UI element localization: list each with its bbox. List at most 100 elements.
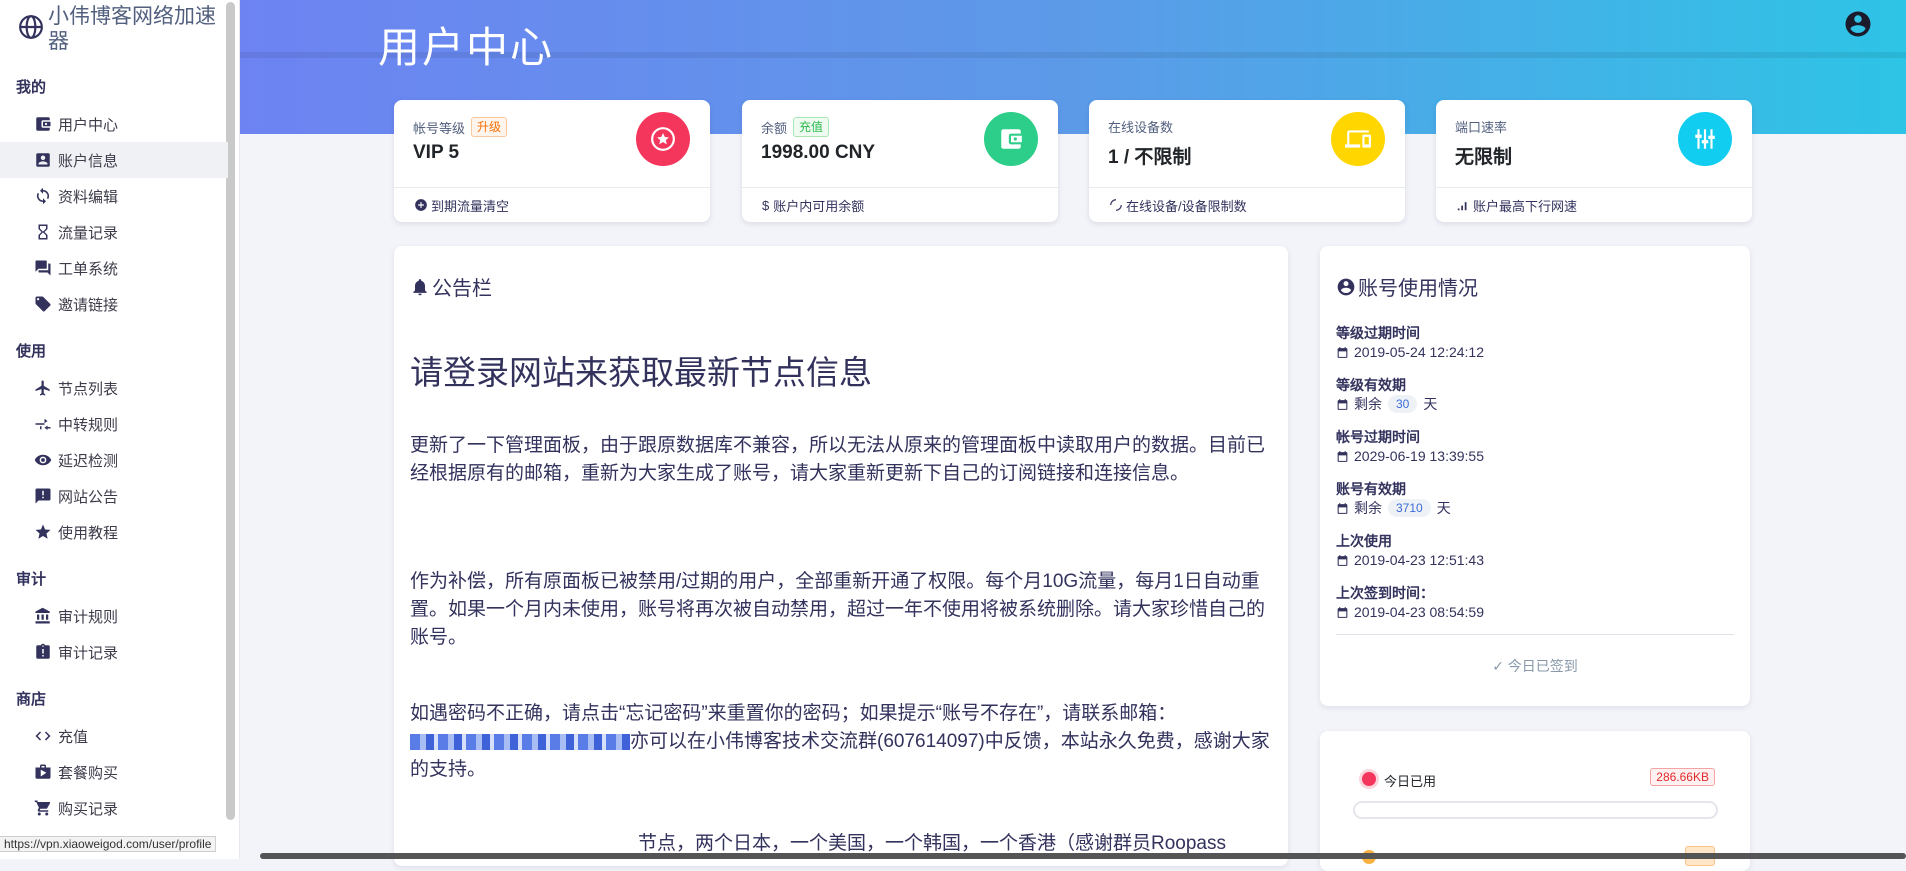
airplane-icon [35,380,50,396]
sidebar-item-label: 套餐购买 [58,764,119,782]
wallet-icon [36,117,51,131]
today-used-label: 今日已用 [1384,774,1437,789]
announcement-icon [35,488,51,504]
chat-icon [35,260,51,276]
sidebar-item-label: 审计记录 [58,644,119,662]
stat-label-wrap: 余额 充值 [761,117,830,137]
calendar-icon [1337,450,1348,462]
stat-label: 端口速率 [1455,120,1508,135]
sync-icon [36,187,50,205]
sidebar-group-shop: 商店 充值 套餐购买 购买记录 [0,682,228,826]
sidebar-item-announcements[interactable]: 网站公告 [0,478,228,514]
bell-icon [413,278,427,295]
usage-label: 等级有效期 [1336,377,1406,393]
brand[interactable]: 小伟博客网络加速器 [18,4,218,54]
stat-label-wrap: 帐号等级 升级 [413,117,508,137]
sidebar-item-invite[interactable]: 邀请链接 [0,286,228,322]
account-circle-icon[interactable] [1843,9,1873,39]
stat-icon-circle [1331,112,1385,166]
usage-label: 等级过期时间 [1336,325,1420,341]
calendar-icon [1337,398,1348,410]
usage-value-wrap: 2029-06-19 13:39:55 [1336,446,1484,466]
sidebar-item-label: 中转规则 [58,416,119,434]
wallet-icon [1001,129,1022,149]
stat-card-speed: 端口速率 无限制 账户最高下行网速 [1436,100,1752,222]
usage-row: 等级有效期 剩余 30 天 [1336,376,1437,414]
recharge-badge[interactable]: 充值 [793,117,830,137]
usage-label: 账号有效期 [1336,481,1406,497]
usage-value-wrap: 2019-05-24 12:24:12 [1336,342,1484,362]
sidebar-item-relay-rules[interactable]: 中转规则 [0,406,228,442]
upgrade-badge[interactable]: 升级 [471,117,508,137]
devices-icon [1345,130,1371,148]
sidebar-item-account-info[interactable]: 账户信息 [0,142,228,178]
sidebar-item-label: 邀请链接 [58,296,119,314]
usage-row: 帐号过期时间 2029-06-19 13:39:55 [1336,428,1484,466]
stat-label-wrap: 在线设备数 [1108,117,1173,136]
tag-icon [35,296,51,312]
sidebar-item-label: 工单系统 [58,260,119,278]
signal-bars-icon [1457,202,1467,211]
stat-footer: $ 账户内可用余额 [742,187,1058,222]
equalizer-icon [1695,129,1715,149]
stat-label-wrap: 端口速率 [1455,117,1507,136]
announcement-title-wrap: 公告栏 [410,272,492,301]
announcement-paragraph: 如遇密码不正确，请点击“忘记密码”来重置你的密码；如果提示“账号不存在”，请联系… [410,700,1272,784]
traffic-card: 今日已用 286.66KB [1320,731,1750,871]
divider [1336,634,1734,635]
horizontal-scrollbar[interactable] [260,853,1906,859]
usage-value-wrap: 2019-04-23 08:54:59 [1336,602,1484,622]
sidebar-item-purchase-history[interactable]: 购买记录 [0,790,228,826]
sidebar-item-traffic-log[interactable]: 流量记录 [0,214,228,250]
add-circle-icon [415,199,427,211]
announcement-text: 如遇密码不正确，请点击“忘记密码”来重置你的密码；如果提示“账号不存在”，请联系… [410,703,1177,724]
sidebar-item-label: 资料编辑 [58,188,119,206]
today-used-progress [1353,801,1718,819]
sidebar-item-tickets[interactable]: 工单系统 [0,250,228,286]
calendar-icon [1337,606,1348,618]
sidebar-item-label: 审计规则 [58,608,119,626]
stat-card-devices: 在线设备数 1 / 不限制 在线设备/设备限制数 [1089,100,1405,222]
eye-icon [34,454,52,466]
sidebar-item-label: 使用教程 [58,524,119,542]
status-bar-url: https://vpn.xiaoweigod.com/user/profile [0,836,217,852]
stat-footer: 在线设备/设备限制数 [1089,187,1405,222]
sidebar-item-label: 用户中心 [58,116,119,134]
sidebar-item-recharge[interactable]: 充值 [0,718,228,754]
sidebar-item-user-center[interactable]: 用户中心 [0,106,228,142]
usage-row: 等级过期时间 2019-05-24 12:24:12 [1336,324,1484,362]
announcement-title: 公告栏 [432,278,492,300]
stat-label: 帐号等级 [413,120,466,136]
sidebar-item-audit-logs[interactable]: 审计记录 [0,634,228,670]
calendar-icon [1337,502,1348,514]
bank-icon [35,607,50,624]
announcement-heading: 请登录网站来获取最新节点信息 [410,354,872,391]
stat-footer-text: 到期流量清空 [431,198,510,214]
sidebar-item-label: 网站公告 [58,488,119,506]
stat-value: 无限制 [1455,147,1513,168]
sidebar-item-profile-edit[interactable]: 资料编辑 [0,178,228,214]
shopping-bag-icon [35,764,51,779]
calendar-icon [1337,554,1348,566]
stat-footer-text: 账户最高下行网速 [1473,198,1578,214]
globe-icon [19,15,43,39]
stat-card-balance: 余额 充值 1998.00 CNY $ 账户内可用余额 [742,100,1058,222]
clipboard-alert-icon [36,643,50,659]
sidebar-heading: 使用 [16,343,47,360]
account-circle-icon [1337,278,1355,295]
usage-title-wrap: 账号使用情况 [1336,272,1478,301]
sidebar-group-mine: 我的 用户中心 账户信息 资料编辑 流量记录 工单系统 邀请链接 [0,70,228,322]
sidebar-item-tutorials[interactable]: 使用教程 [0,514,228,550]
usage-suffix: 天 [1423,396,1438,412]
sidebar-item-buy-plan[interactable]: 套餐购买 [0,754,228,790]
sidebar-item-node-list[interactable]: 节点列表 [0,370,228,406]
sidebar-item-audit-rules[interactable]: 审计规则 [0,598,228,634]
usage-label: 帐号过期时间 [1336,429,1420,445]
usage-title: 账号使用情况 [1358,278,1478,300]
brand-title: 小伟博客网络加速器 [48,5,216,53]
stat-label: 余额 [761,120,788,136]
account-box-icon [36,153,50,167]
stat-card-level: 帐号等级 升级 VIP 5 到期流量清空 [394,100,710,222]
sidebar-item-latency-test[interactable]: 延迟检测 [0,442,228,478]
checkin-status: ✓ 今日已签到 [1492,658,1578,674]
